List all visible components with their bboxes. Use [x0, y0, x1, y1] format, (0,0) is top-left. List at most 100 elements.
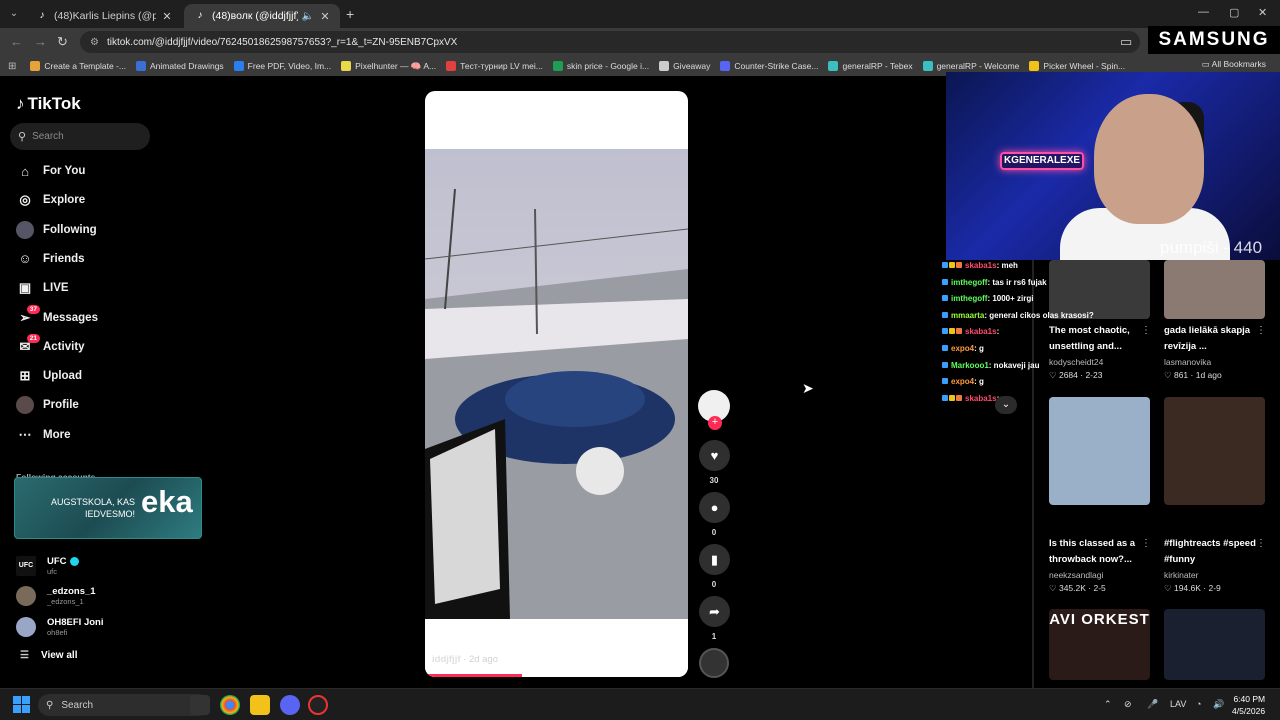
bookmark-item[interactable]: Animated Drawings [135, 61, 224, 72]
bookmark-item[interactable]: Create a Template -... [30, 61, 126, 72]
video-progress-bar[interactable] [425, 674, 688, 677]
view-all-label: View all [40, 650, 78, 661]
back-icon[interactable]: ← [10, 34, 23, 49]
chevron-down-icon[interactable]: ⌄ [995, 396, 1017, 414]
video-thumbnail[interactable] [1164, 397, 1265, 505]
bookmark-item[interactable]: Тест-турнир LV mei... [446, 61, 543, 72]
speaker-icon[interactable]: 🔈 [302, 11, 314, 22]
app-icon[interactable] [308, 695, 328, 715]
video-title[interactable]: gada lielākā skapja revīzija ... [1164, 323, 1259, 355]
task-view-icon[interactable] [190, 695, 210, 715]
nav-item-profile[interactable]: Profile [16, 394, 79, 416]
activity-icon: ✉ 21 [16, 333, 40, 356]
nav-item-following[interactable]: Following [16, 219, 97, 241]
nav-label: LIVE [43, 282, 69, 295]
close-window-icon[interactable]: ✕ [1258, 6, 1267, 19]
share-icon: ➦ [709, 603, 720, 619]
video-title[interactable]: #flightreacts #speed #funny [1164, 536, 1259, 568]
bookmark-item[interactable]: Free PDF, Video, Im... [233, 61, 331, 72]
nav-label: Messages [43, 311, 98, 324]
video-player[interactable]: iddjfjjf · 2d ago [425, 91, 688, 677]
discord-icon[interactable] [280, 695, 300, 715]
share-button[interactable]: ➦ [699, 596, 730, 627]
following-account[interactable]: OH8EFI Joni oh8efi [16, 617, 103, 637]
following-account[interactable]: UFC UFC ufc [16, 556, 79, 576]
reload-icon[interactable]: ↻ [57, 34, 68, 50]
browser-tab-active[interactable]: ♪ (48)волк (@iddjfjjf)'s video 🔈 ✕ [184, 4, 340, 28]
tab-close-icon[interactable]: ✕ [160, 10, 174, 23]
view-all-button[interactable]: ☰ View all [20, 650, 77, 661]
minimize-icon[interactable]: — [1198, 6, 1209, 18]
video-author[interactable]: iddjfjjf [432, 654, 461, 665]
comment-button[interactable]: ● [699, 492, 730, 523]
bookmark-item[interactable]: Giveaway [659, 61, 710, 72]
bookmark-label: Pixelhunter — 🧠 A... [355, 60, 437, 71]
tab-title: (48)Karlis Liepins (@plan1ca5)'s [54, 10, 156, 22]
recommendation-scrollbar[interactable] [1032, 260, 1034, 688]
video-thumbnail[interactable] [1164, 609, 1265, 680]
bookmark-item[interactable]: Counter-Strike Case... [720, 61, 818, 72]
bookmark-item[interactable]: Picker Wheel - Spin... [1029, 61, 1125, 72]
follow-plus-icon[interactable]: + [708, 416, 722, 430]
network-icon[interactable]: ⊘ [1124, 699, 1132, 710]
language-indicator[interactable]: LAV [1170, 699, 1186, 709]
bookmark-label: Picker Wheel - Spin... [1043, 61, 1126, 71]
tab-search-icon[interactable]: ⌄ [6, 6, 22, 22]
nav-item-activity[interactable]: ✉ 21 Activity [16, 333, 85, 358]
chat-text: : general cikos olas krasosi? [984, 310, 1094, 320]
like-button[interactable]: ♥ [699, 440, 730, 471]
video-author[interactable]: neekzsandlagi [1049, 570, 1103, 580]
file-explorer-icon[interactable] [250, 695, 270, 715]
bookmark-item[interactable]: generalRP - Tebex [828, 61, 913, 72]
video-thumbnail[interactable]: AVI ORKEST [1049, 609, 1150, 680]
tiktok-logo[interactable]: ♪ TikTok [16, 94, 81, 114]
video-author[interactable]: kirkinater [1164, 570, 1198, 580]
search-input[interactable]: ⚲ Search [10, 123, 150, 150]
all-bookmarks-button[interactable]: ▭ All Bookmarks [1202, 59, 1266, 70]
cast-icon[interactable]: ▭ [1120, 34, 1132, 50]
maximize-icon[interactable]: ▢ [1229, 6, 1239, 19]
windows-start-icon[interactable] [13, 696, 30, 713]
video-title[interactable]: Is this classed as a throwback now?... [1049, 536, 1144, 568]
tab-close-icon[interactable]: ✕ [318, 10, 332, 23]
video-thumbnail[interactable] [1049, 397, 1150, 505]
music-disc-icon[interactable] [699, 648, 729, 678]
new-tab-button[interactable]: + [346, 6, 354, 22]
nav-item-live[interactable]: ▣ LIVE [16, 277, 69, 299]
video-author[interactable]: kodyscheidt24 [1049, 357, 1103, 367]
bookmark-item[interactable]: Pixelhunter — 🧠 A... [341, 61, 436, 72]
apps-grid-icon[interactable]: ⊞ [8, 61, 16, 72]
nav-item-friends[interactable]: ☺ Friends [16, 248, 84, 270]
save-count: 0 [711, 580, 717, 589]
wifi-icon[interactable]: ◔ [1196, 699, 1201, 709]
chat-badges-icon [942, 394, 963, 403]
nav-item-explore[interactable]: ◎ Explore [16, 189, 85, 211]
video-title[interactable]: The most chaotic, unsettling and... [1049, 323, 1144, 355]
volume-icon[interactable]: 🔊 [1213, 699, 1224, 710]
bookmark-item[interactable]: skin price - Google i... [552, 61, 649, 72]
taskbar-clock[interactable]: 6:40 PM 4/5/2026 [1232, 693, 1265, 717]
more-options-icon[interactable]: ⋮ [1141, 325, 1151, 336]
microphone-icon[interactable]: 🎤 [1147, 699, 1158, 710]
save-button[interactable]: ▮ [699, 544, 730, 575]
site-info-icon[interactable]: ⚙ [90, 37, 99, 48]
browser-tab[interactable]: ♪ (48)Karlis Liepins (@plan1ca5)'s ✕ [26, 4, 182, 28]
nav-item-more[interactable]: ⋯ More [16, 424, 71, 446]
video-author[interactable]: lasmanovika [1164, 357, 1211, 367]
tray-chevron-icon[interactable]: ⌃ [1104, 699, 1112, 710]
account-name-text: OH8EFI Joni [47, 617, 104, 628]
nav-item-for-you[interactable]: ⌂ For You [16, 160, 85, 182]
forward-icon[interactable]: → [34, 34, 47, 49]
url-bar[interactable]: ⚙ tiktok.com/@iddjfjjf/video/76245018625… [80, 31, 1140, 53]
nav-item-upload[interactable]: ⊞ Upload [16, 365, 82, 387]
neon-sign: KGENERALEXE [1000, 152, 1084, 170]
bookmark-item[interactable]: generalRP - Welcome [922, 61, 1019, 72]
more-options-icon[interactable]: ⋮ [1256, 538, 1266, 549]
following-account[interactable]: _edzons_1 _edzons_1 [16, 586, 96, 606]
more-options-icon[interactable]: ⋮ [1141, 538, 1151, 549]
taskbar-search[interactable]: ⚲ Search [38, 694, 210, 716]
nav-item-messages[interactable]: ➢ 37 Messages [16, 304, 98, 329]
video-thumbnail[interactable] [1164, 260, 1265, 319]
more-options-icon[interactable]: ⋮ [1256, 325, 1266, 336]
chrome-icon[interactable] [220, 695, 240, 715]
